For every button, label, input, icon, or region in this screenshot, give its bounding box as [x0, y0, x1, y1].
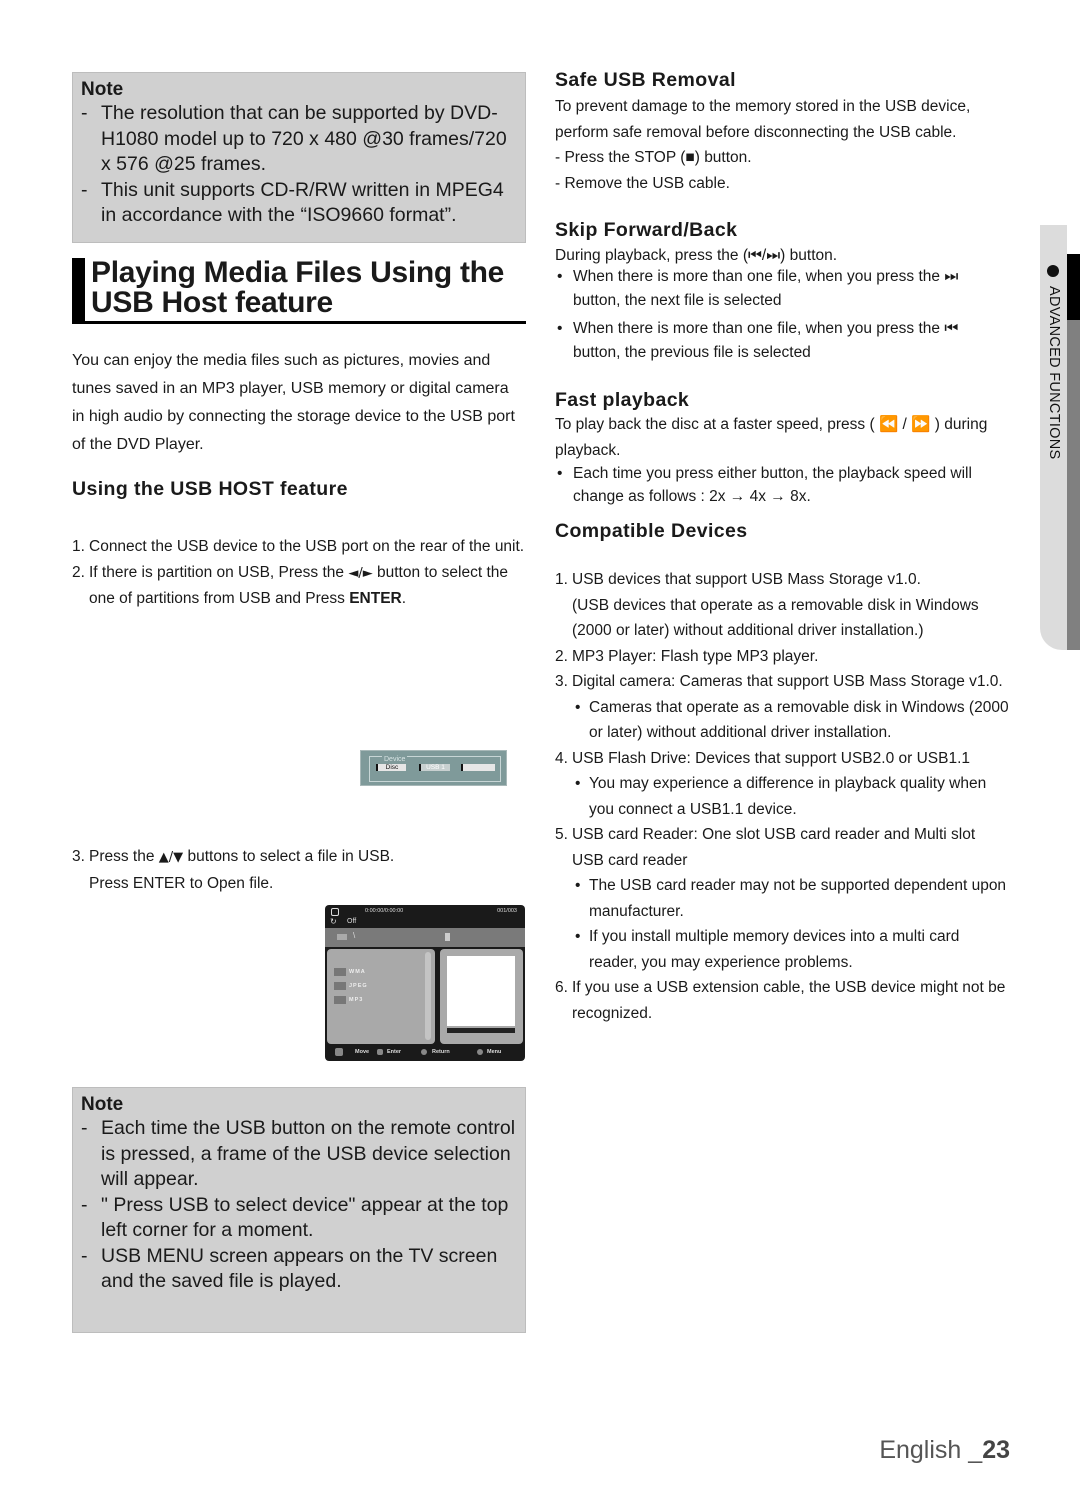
section-heading-using-usb: Using the USB HOST feature	[72, 478, 348, 500]
side-tab-label: ADVANCED FUNCTIONS	[1046, 286, 1062, 460]
page-number: 23	[982, 1436, 1010, 1464]
device-disc-button[interactable]: Disc	[376, 764, 406, 771]
folder-icon	[334, 996, 346, 1004]
note-item: - This unit supports CD-R/RW written in M…	[81, 178, 504, 227]
intro-paragraph: You can enjoy the media files such as pi…	[72, 352, 515, 453]
sub-bullet: • Cameras that operate as a removable dis…	[575, 698, 1009, 742]
folder-icon	[334, 968, 346, 976]
skip-bullets: • When there is more than one file, when …	[555, 265, 985, 365]
compatible-list: 1. USB devices that support USB Mass Stor…	[555, 567, 1010, 1026]
section-heading-fast: Fast playback	[555, 389, 690, 411]
folder-item[interactable]: WMA	[349, 969, 366, 975]
hint-enter: Enter	[387, 1049, 402, 1055]
return-icon	[421, 1049, 427, 1055]
hint-return: Return	[432, 1049, 450, 1055]
move-icon	[335, 1048, 343, 1056]
list-item: 2. MP3 Player: Flash type MP3 player.	[555, 647, 819, 665]
note-item: - The resolution that can be supported by…	[81, 102, 507, 175]
step-item: - Press the STOP (■) button.	[555, 149, 752, 166]
path-bar: \	[325, 928, 525, 947]
file-counter: 001/003	[497, 908, 517, 914]
folder-item[interactable]: MP3	[349, 997, 363, 1003]
time-readout: 0:00:00/0:00:00	[365, 908, 404, 914]
stop-icon	[331, 908, 339, 916]
repeat-status: Off	[347, 918, 357, 925]
up-down-arrow-icon: ▲/▼	[158, 850, 184, 865]
sub-bullet: • The USB card reader may not be supporte…	[575, 877, 1007, 920]
scrollbar[interactable]	[425, 952, 431, 1040]
bullet-dot-icon	[1047, 265, 1059, 277]
list-item: 4. USB Flash Drive: Devices that support …	[555, 749, 970, 767]
fast-text: To play back the disc at a faster speed,…	[555, 416, 988, 459]
side-bar-marker	[1067, 254, 1080, 320]
folder-icon	[334, 982, 346, 990]
left-right-arrow-icon: ◄/►	[348, 565, 373, 581]
file-list-panel: WMA JPEG MP3	[327, 949, 435, 1044]
current-path: \	[353, 931, 356, 940]
menu-icon	[477, 1049, 483, 1055]
using-usb-step-3: 3. Press the ▲/▼ buttons to select a file…	[72, 844, 402, 896]
usb-menu-screen: 0:00:00/0:00:00 001/003 ↻ Off \ WMA JPEG…	[325, 905, 525, 1061]
folder-icon	[337, 934, 347, 940]
preview-panel	[440, 949, 523, 1044]
step-item: - Remove the USB cable.	[555, 174, 730, 192]
device-empty-button[interactable]	[461, 764, 495, 771]
preview-bar	[447, 1028, 515, 1033]
sub-bullet: • If you install multiple memory devices …	[575, 928, 960, 971]
speaker-icon	[445, 933, 450, 941]
safe-removal-steps: - Press the STOP (■) button. - Remove th…	[555, 145, 1005, 196]
page-footer: English _23	[879, 1436, 1010, 1464]
step-item: 2. If there is partition on USB, Press th…	[72, 563, 508, 608]
step-item: 1. Connect the USB device to the USB port…	[72, 538, 525, 555]
bullet-item: • When there is more than one file, when …	[557, 268, 959, 309]
list-item: 6. If you use a USB extension cable, the …	[555, 979, 1006, 1022]
repeat-icon: ↻	[330, 917, 337, 926]
hint-move: Move	[355, 1049, 370, 1055]
section-heading-skip: Skip Forward/Back	[555, 219, 738, 241]
using-usb-steps: 1. Connect the USB device to the USB port…	[72, 534, 528, 612]
note-title: Note	[81, 1094, 124, 1115]
preview-image	[447, 956, 515, 1026]
section-heading-safe-removal: Safe USB Removal	[555, 69, 736, 91]
section-heading-compatible: Compatible Devices	[555, 520, 748, 542]
list-item: 3. Digital camera: Cameras that support U…	[555, 673, 1003, 690]
note-box-top: Note - The resolution that can be support…	[72, 72, 526, 243]
device-legend: Device	[382, 756, 408, 763]
bullet-item: • When there is more than one file, when …	[557, 320, 959, 361]
note-item: - " Press USB to select device" appear at…	[81, 1193, 509, 1242]
sub-bullet: • You may experience a difference in play…	[575, 775, 987, 818]
list-item: 1. USB devices that support USB Mass Stor…	[555, 571, 979, 639]
note-item: - USB MENU screen appears on the TV scree…	[81, 1244, 498, 1293]
step-item: 3. Press the ▲/▼ buttons to select a file…	[72, 848, 395, 892]
note-item: - Each time the USB button on the remote …	[81, 1117, 516, 1190]
note-box-bottom: Note - Each time the USB button on the re…	[72, 1087, 526, 1333]
fast-bullets: • Each time you press either button, the …	[555, 462, 995, 508]
hint-menu: Menu	[487, 1049, 502, 1055]
device-selection-screen: Device Disc USB 1	[360, 750, 507, 786]
note-title: Note	[81, 79, 124, 100]
enter-icon	[377, 1049, 383, 1055]
page-title: Playing Media Files Using the USB Host f…	[72, 258, 526, 324]
folder-item[interactable]: JPEG	[349, 983, 368, 989]
hint-bar: Move Enter Return Menu	[325, 1045, 525, 1061]
device-usb1-button[interactable]: USB 1	[419, 764, 450, 771]
safe-removal-text: To prevent damage to the memory stored i…	[555, 98, 971, 141]
list-item: 5. USB card Reader: One slot USB card rea…	[555, 826, 976, 869]
bullet-item: • Each time you press either button, the …	[557, 465, 972, 505]
